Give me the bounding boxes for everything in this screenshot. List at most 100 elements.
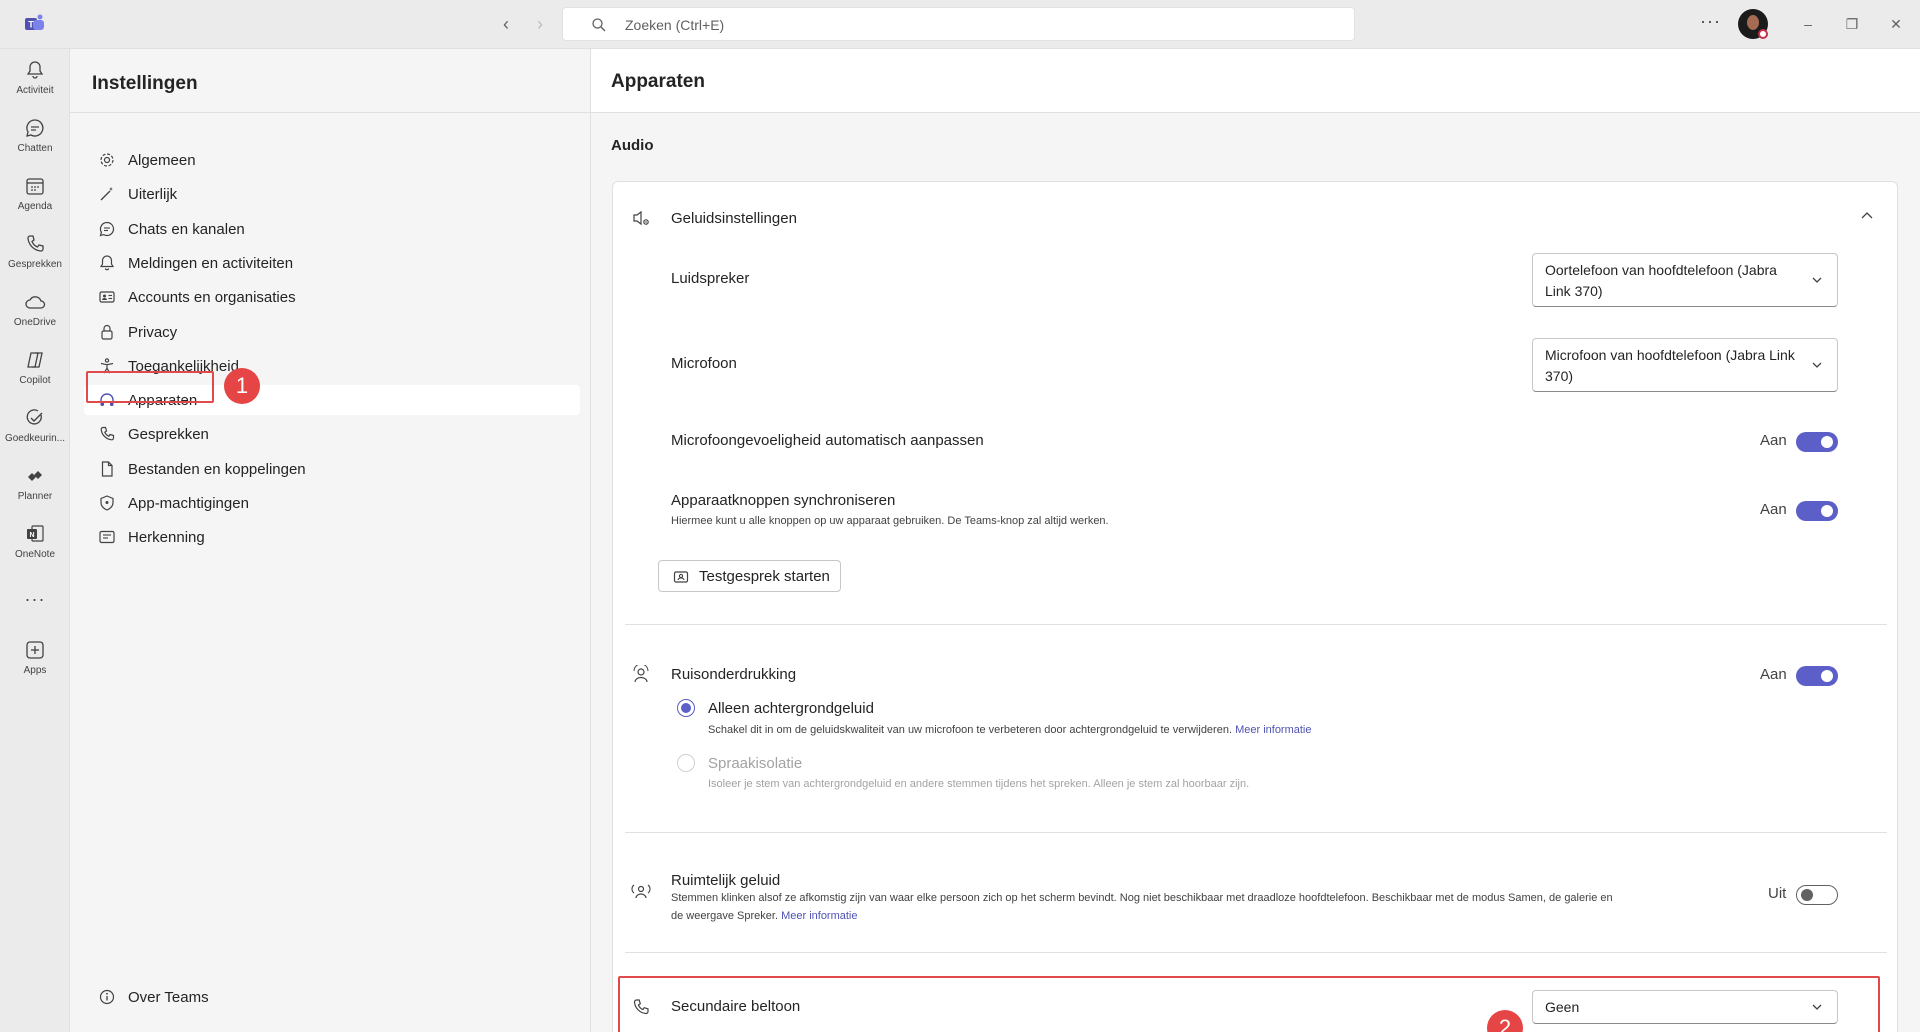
nav-item-chats-en-kanalen[interactable]: Chats en kanalen (84, 214, 580, 244)
spatial-audio-state: Uit (1768, 885, 1787, 902)
spatial-audio-label: Ruimtelijk geluid (671, 872, 781, 889)
test-call-icon (673, 571, 689, 583)
minimize-icon[interactable]: – (1796, 12, 1820, 36)
microphone-label: Microfoon (671, 355, 737, 372)
bell-icon (99, 255, 115, 271)
info-icon (99, 989, 115, 1005)
page-title: Apparaten (611, 71, 705, 92)
noise-suppression-toggle[interactable] (1796, 666, 1838, 686)
rail-label: OneDrive (13, 317, 57, 328)
nav-item-label: Accounts en organisaties (128, 289, 296, 306)
mic-auto-adjust-toggle[interactable] (1796, 432, 1838, 452)
spatial-audio-description-line1: Stemmen klinken alsof ze afkomstig zijn … (671, 892, 1613, 904)
microphone-dropdown[interactable]: Microfoon van hoofdtelefoon (Jabra Link … (1532, 338, 1838, 392)
about-teams-link[interactable]: Over Teams (84, 982, 384, 1012)
rail-item-chatten[interactable]: Chatten (0, 117, 70, 154)
spatial-audio-description-line2: de weergave Spreker. Meer informatie (671, 907, 858, 925)
nav-item-label: Algemeen (128, 152, 196, 169)
document-icon (101, 461, 113, 477)
nav-item-accounts[interactable]: Accounts en organisaties (84, 282, 580, 312)
toggle-knob (1801, 889, 1813, 901)
rail-label: Copilot (19, 375, 51, 386)
close-icon[interactable]: ✕ (1884, 12, 1908, 36)
nav-item-meldingen[interactable]: Meldingen en activiteiten (84, 248, 580, 278)
rail-item-planner[interactable]: Planner (0, 465, 70, 502)
spatial-audio-toggle[interactable] (1796, 885, 1838, 905)
toggle-knob (1821, 670, 1833, 682)
chat-icon (26, 119, 44, 137)
toggle-knob (1821, 436, 1833, 448)
nav-item-privacy[interactable]: Privacy (84, 317, 580, 347)
calendar-icon (26, 178, 44, 195)
nav-item-herkenning[interactable]: Herkenning (84, 522, 580, 552)
radio-voice-isolation[interactable] (677, 754, 695, 772)
search-icon (592, 18, 606, 32)
toggle-knob (1821, 505, 1833, 517)
rail-item-gesprekken[interactable]: Gesprekken (0, 233, 70, 270)
avatar-face (1747, 15, 1759, 30)
noise-suppression-label: Ruisonderdrukking (671, 666, 797, 683)
spatial-desc-text: de weergave Spreker. (671, 910, 779, 922)
nav-item-app-machtigingen[interactable]: App-machtigingen (84, 488, 580, 518)
phone-icon (27, 235, 44, 252)
back-arrow-icon[interactable]: ‹ (496, 14, 516, 34)
settings-title: Instellingen (92, 73, 198, 94)
voice-isolation-description: Isoleer je stem van achtergrondgeluid en… (708, 778, 1250, 790)
more-info-link[interactable]: Meer informatie (781, 910, 857, 922)
contact-card-icon (99, 291, 115, 303)
speaker-settings-icon (633, 210, 649, 226)
rail-item-apps[interactable]: Apps (0, 639, 70, 676)
shield-icon (100, 495, 114, 511)
microphone-value: Microfoon van hoofdtelefoon (Jabra Link … (1545, 347, 1795, 384)
planner-icon (28, 471, 42, 481)
noise-suppression-state: Aan (1760, 666, 1787, 683)
rail-item-copilot[interactable]: Copilot (0, 349, 70, 386)
divider (625, 832, 1887, 833)
chat-icon (99, 221, 115, 237)
restore-icon[interactable]: ❐ (1840, 12, 1864, 36)
nav-item-label: Chats en kanalen (128, 221, 245, 238)
rail-item-goedkeuringen[interactable]: Goedkeurin... (0, 407, 70, 444)
main-content: Apparaten Audio Geluidsinstellingen Luid… (591, 49, 1920, 1032)
nav-item-label: Bestanden en koppelingen (128, 461, 306, 478)
rail-item-agenda[interactable]: Agenda (0, 175, 70, 212)
chevron-up-icon[interactable] (1859, 208, 1875, 224)
add-apps-icon (26, 641, 44, 659)
speaker-dropdown[interactable]: Oortelefoon van hoofdtelefoon (Jabra Lin… (1532, 253, 1838, 307)
forward-arrow-icon[interactable]: › (530, 14, 550, 34)
chevron-down-icon (1812, 362, 1822, 368)
avatar[interactable] (1738, 9, 1768, 39)
nav-item-gesprekken[interactable]: Gesprekken (84, 419, 580, 449)
rail-label: Goedkeurin... (4, 433, 66, 444)
test-call-button[interactable]: Testgesprek starten (658, 560, 841, 592)
svg-text:T: T (28, 20, 34, 30)
nav-item-label: Gesprekken (128, 426, 209, 443)
background-noise-only-label: Alleen achtergrondgeluid (708, 700, 874, 717)
nav-item-bestanden[interactable]: Bestanden en koppelingen (84, 454, 580, 484)
nav-item-label: App-machtigingen (128, 495, 249, 512)
more-info-link[interactable]: Meer informatie (1235, 724, 1311, 736)
sync-buttons-toggle[interactable] (1796, 501, 1838, 521)
rail-item-onedrive[interactable]: OneDrive (0, 291, 70, 328)
svg-text:N: N (29, 532, 34, 539)
more-options-icon[interactable]: ··· (1700, 11, 1721, 32)
radio-background-noise-only[interactable] (677, 699, 695, 717)
teams-logo-icon[interactable]: T (24, 13, 46, 35)
nav-item-uiterlijk[interactable]: Uiterlijk (84, 179, 580, 209)
test-call-label: Testgesprek starten (699, 568, 830, 585)
rail-label: Agenda (17, 201, 53, 212)
rail-item-activiteit[interactable]: Activiteit (0, 59, 70, 96)
rail-item-onenote[interactable]: N OneNote (0, 523, 70, 560)
annotation-highlight-box (618, 976, 1880, 1032)
nav-item-algemeen[interactable]: Algemeen (84, 145, 580, 175)
rail-label: Apps (23, 665, 47, 676)
nav-item-label: Privacy (128, 324, 178, 341)
spatial-audio-icon (631, 884, 651, 899)
search-input[interactable]: Zoeken (Ctrl+E) (562, 7, 1355, 41)
divider (625, 952, 1887, 953)
speaker-value: Oortelefoon van hoofdtelefoon (Jabra Lin… (1545, 262, 1777, 299)
title-bar: T ‹ › Zoeken (Ctrl+E) ··· – ❐ ✕ (0, 0, 1920, 49)
more-apps-icon[interactable]: ··· (0, 589, 70, 610)
divider (70, 112, 590, 113)
phone-icon (100, 426, 115, 441)
